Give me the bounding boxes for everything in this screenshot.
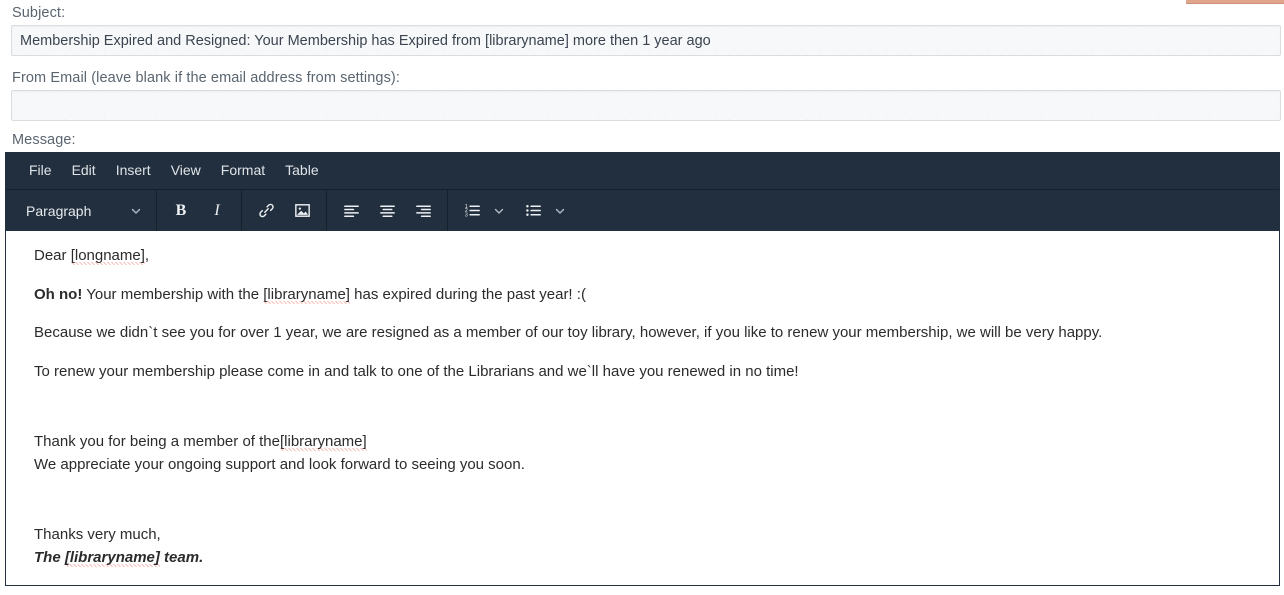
align-left-icon — [343, 205, 359, 217]
bold-button[interactable]: B — [164, 196, 198, 226]
thankyou-text: Thank you for being a member of the — [34, 433, 280, 450]
greeting-paragraph: Dear [longname], — [34, 245, 1251, 268]
menu-edit[interactable]: Edit — [63, 158, 105, 183]
align-center-icon — [379, 205, 395, 217]
numbered-list-options-caret[interactable] — [490, 196, 508, 226]
greeting-text: Dear — [34, 247, 71, 264]
blank-paragraph — [34, 492, 1251, 508]
thanks-text: Thanks very much, — [34, 526, 161, 543]
top-accent-bar — [1186, 0, 1284, 4]
from-email-label: From Email (leave blank if the email add… — [12, 70, 400, 86]
expiry-paragraph: Oh no! Your membership with the [library… — [34, 284, 1251, 307]
greeting-comma: , — [144, 247, 150, 264]
bold-icon: B — [175, 201, 187, 219]
expiry-text-b: has expired during the past year! :( — [349, 285, 586, 303]
chevron-down-icon — [555, 208, 565, 214]
resigned-text: Because we didn`t see you for over 1 yea… — [34, 324, 1103, 341]
bullet-list-options-caret[interactable] — [551, 196, 569, 226]
message-label: Message: — [12, 132, 76, 148]
chevron-down-icon — [494, 208, 504, 214]
expiry-text-a: Your membership with the — [82, 285, 264, 303]
bullet-list-icon — [525, 204, 541, 217]
signature-text-b: team. — [159, 548, 204, 566]
italic-icon: I — [214, 201, 220, 219]
rich-text-editor: File Edit Insert View Format Table Parag… — [5, 152, 1280, 586]
subject-input[interactable] — [11, 25, 1281, 56]
bullet-list-button[interactable] — [516, 196, 550, 226]
menu-format[interactable]: Format — [212, 158, 274, 183]
chevron-down-icon — [131, 208, 141, 214]
paragraph-format-select[interactable]: Paragraph — [18, 196, 150, 226]
menu-file[interactable]: File — [20, 158, 61, 183]
thanks-paragraph: Thanks very much, — [34, 524, 1251, 547]
thankyou-paragraph: Thank you for being a member of the[libr… — [34, 431, 1251, 454]
signature-text-a: The — [34, 548, 65, 566]
signature-paragraph: The [libraryname] team. — [34, 547, 1251, 570]
from-email-input[interactable] — [11, 90, 1281, 121]
appreciate-paragraph: We appreciate your ongoing support and l… — [34, 454, 1251, 477]
svg-text:3: 3 — [464, 213, 467, 219]
placeholder-longname: [longname] — [70, 247, 145, 265]
appreciate-text: We appreciate your ongoing support and l… — [34, 455, 525, 473]
menu-insert[interactable]: Insert — [107, 158, 160, 183]
oh-no-bold: Oh no! — [34, 285, 83, 303]
placeholder-libraryname: [libraryname] — [279, 433, 367, 451]
paragraph-format-label: Paragraph — [26, 202, 92, 219]
resigned-paragraph: Because we didn`t see you for over 1 yea… — [34, 322, 1251, 345]
italic-button[interactable]: I — [200, 196, 234, 226]
subject-label: Subject: — [12, 5, 66, 21]
form-area: Subject: From Email (leave blank if the … — [0, 0, 1284, 152]
email-template-editor-page: Subject: From Email (leave blank if the … — [0, 0, 1284, 595]
align-right-icon — [415, 205, 431, 217]
editor-toolbar: Paragraph B I 1 2 3 — [6, 190, 1279, 231]
link-icon — [258, 203, 274, 218]
align-center-button[interactable] — [370, 196, 404, 226]
insert-image-button[interactable] — [285, 196, 319, 226]
renew-paragraph: To renew your membership please come in … — [34, 361, 1251, 384]
toolbar-group-insert — [242, 190, 327, 231]
placeholder-libraryname: [libraryname] — [263, 285, 350, 304]
image-icon — [294, 204, 310, 217]
placeholder-libraryname: [libraryname] — [64, 548, 160, 567]
menu-view[interactable]: View — [162, 158, 210, 183]
numbered-list-icon: 1 2 3 — [464, 204, 480, 219]
renew-text: To renew your membership please come in … — [34, 362, 799, 380]
align-left-button[interactable] — [334, 196, 368, 226]
toolbar-group-format: Paragraph — [14, 190, 157, 231]
insert-link-button[interactable] — [249, 196, 283, 226]
toolbar-group-lists: 1 2 3 — [448, 190, 575, 231]
editor-menubar: File Edit Insert View Format Table — [6, 152, 1279, 190]
align-right-button[interactable] — [406, 196, 440, 226]
blank-paragraph — [34, 399, 1251, 415]
toolbar-group-basic: B I — [157, 190, 242, 231]
toolbar-group-align — [327, 190, 448, 231]
menu-table[interactable]: Table — [276, 158, 327, 183]
editor-content-area[interactable]: Dear [longname], Oh no! Your membership … — [6, 231, 1279, 585]
numbered-list-button[interactable]: 1 2 3 — [455, 196, 489, 226]
